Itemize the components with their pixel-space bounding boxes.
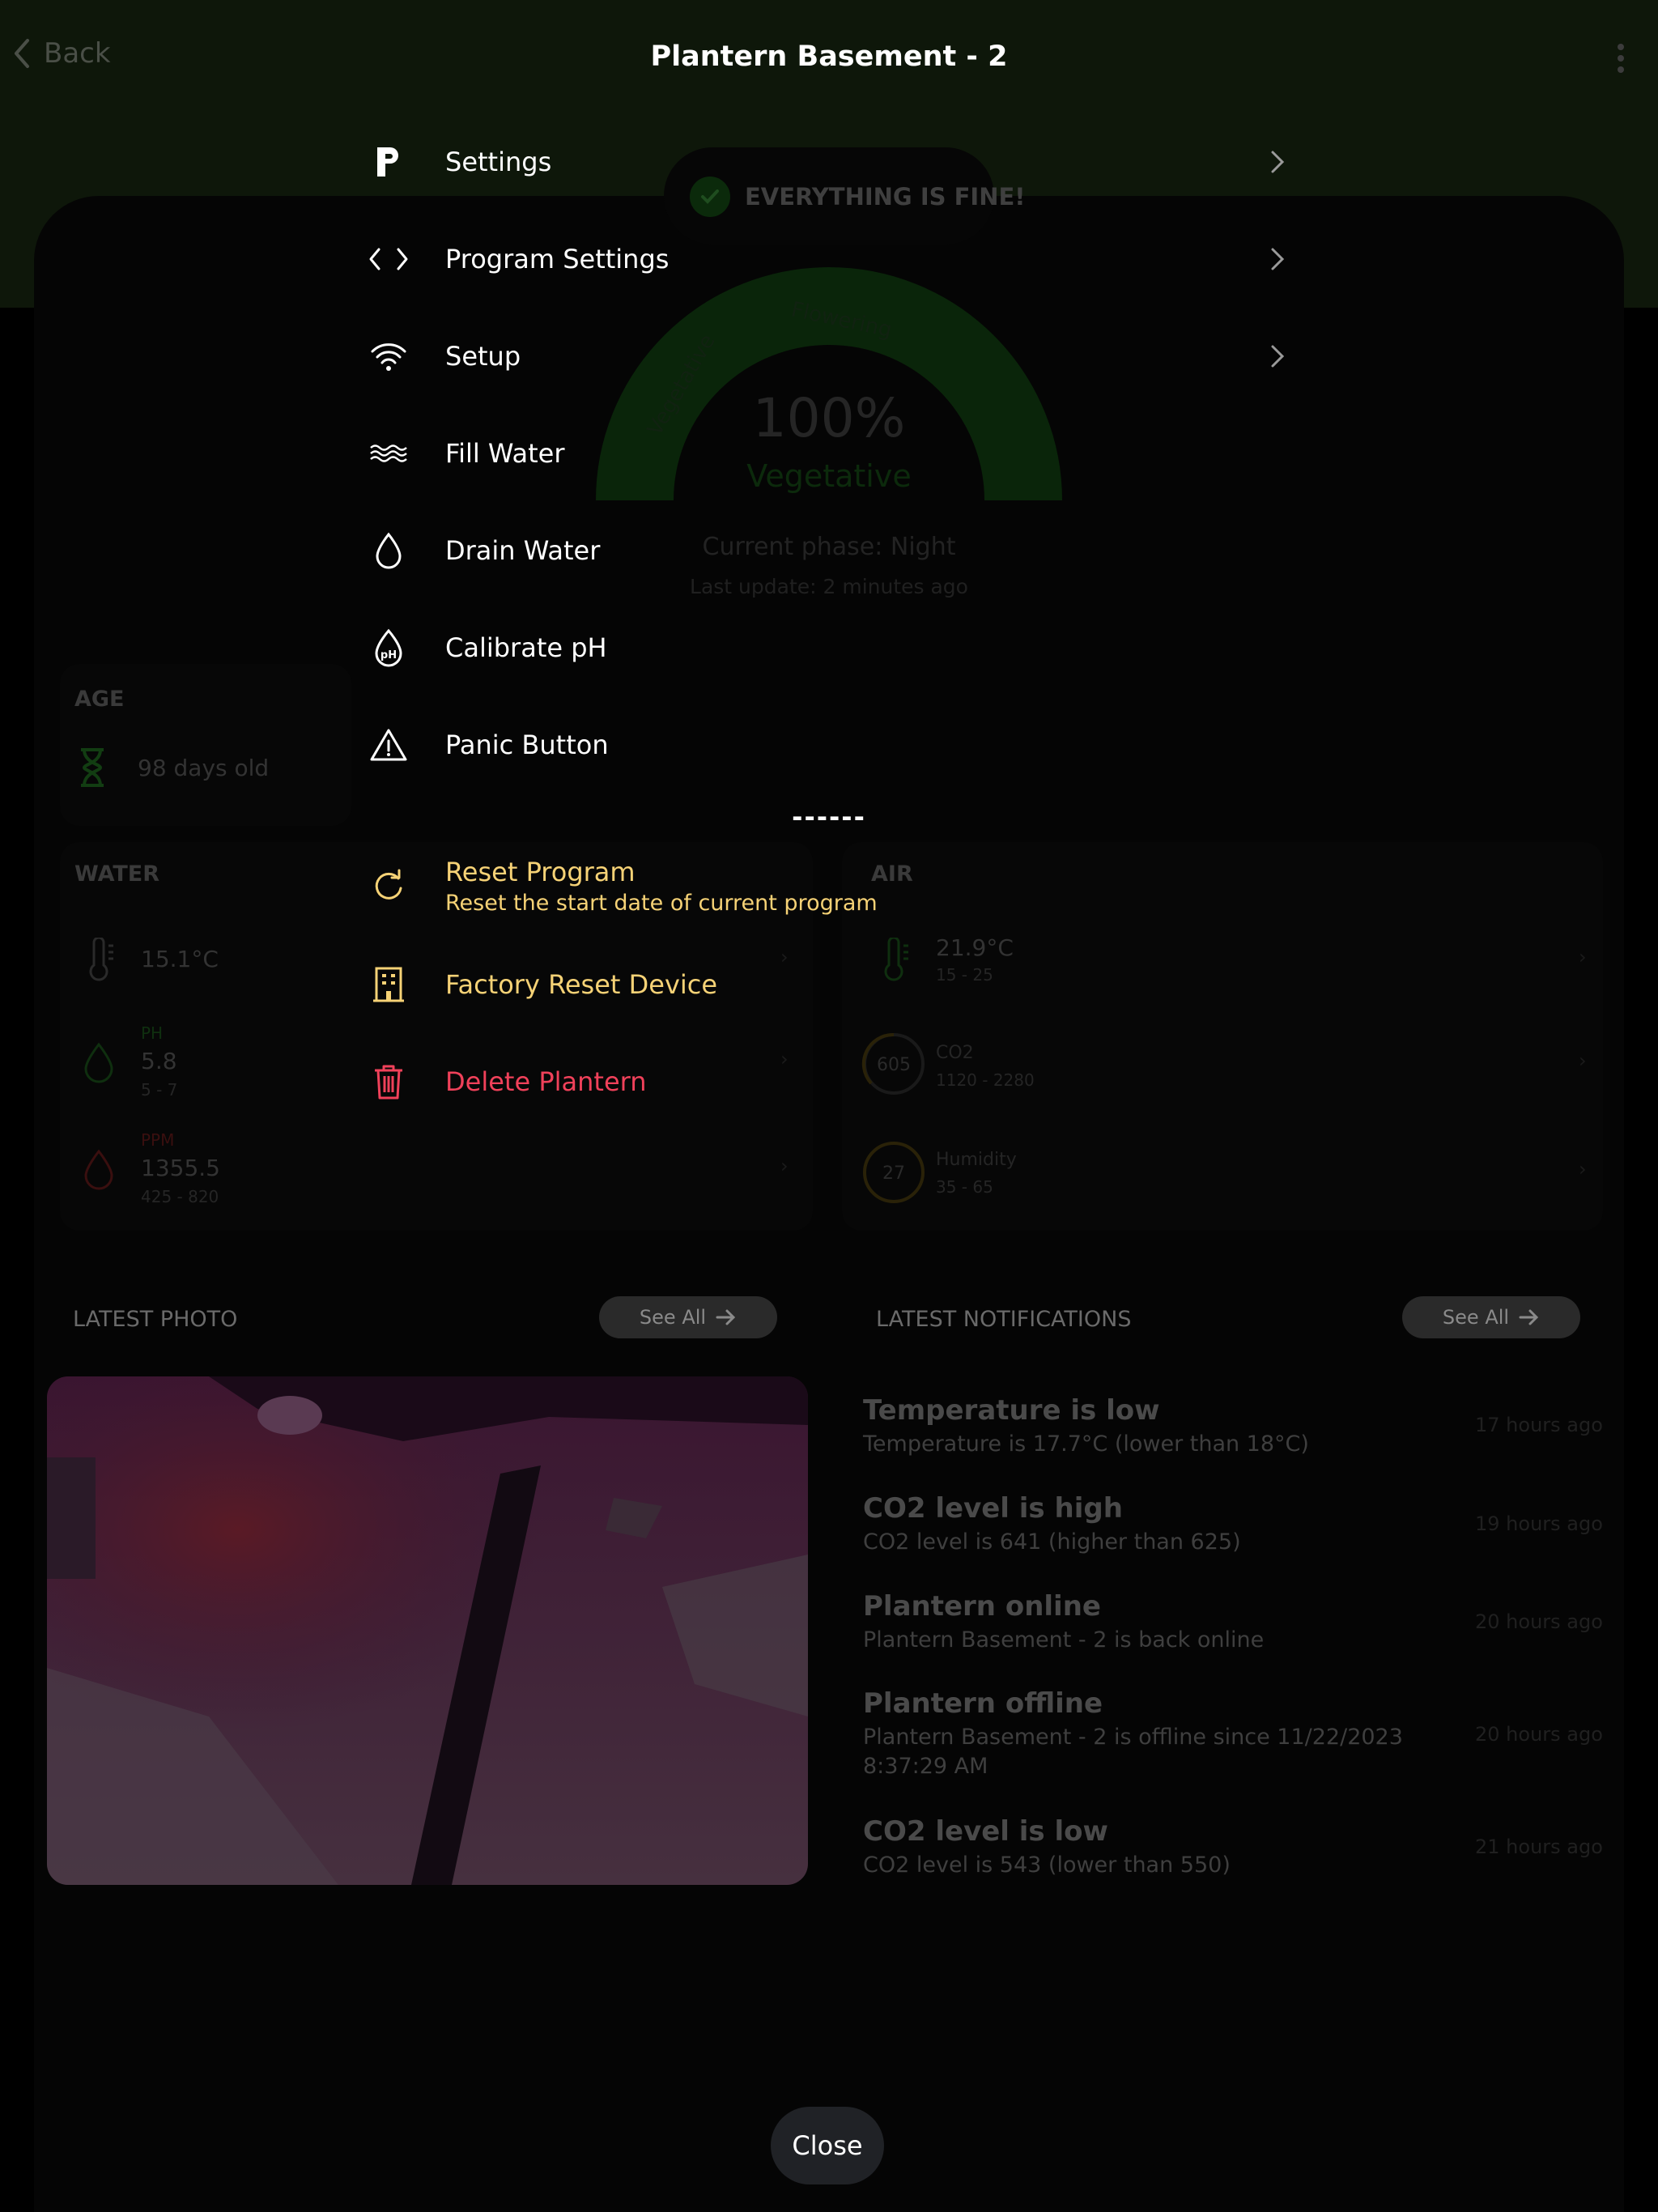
menu-item-reset-program[interactable]: Reset Program Reset the start date of cu… [366,857,878,916]
warning-triangle-icon [366,722,411,768]
humidity-gauge: 27 [863,1142,925,1203]
ph-drop-icon: pH [366,625,411,670]
age-value: 98 days old [138,755,270,781]
phase-percent: 100% [752,387,906,449]
menu-label: Factory Reset Device [445,969,718,1000]
chevron-right-icon[interactable] [1269,246,1286,272]
page-title: Plantern Basement - 2 [650,40,1008,73]
svg-text:pH: pH [380,649,397,661]
close-button[interactable]: Close [771,2107,884,2184]
menu-label: Program Settings [445,244,670,274]
age-label: AGE [74,687,125,712]
chevron-right-icon[interactable]: › [780,946,789,968]
menu-item-fill-water[interactable]: Fill Water [366,431,565,476]
humidity-name: Humidity [936,1150,1017,1170]
phase-name: Vegetative [746,458,912,494]
chevron-right-icon[interactable] [1269,343,1286,369]
ph-value: 5.8 [141,1048,177,1074]
wifi-icon [366,334,411,379]
check-icon [690,177,730,217]
chevron-right-icon[interactable]: › [1579,1049,1587,1072]
ph-range: 5 - 7 [141,1080,178,1100]
notification-time: 20 hours ago [1475,1723,1603,1746]
notification-time: 20 hours ago [1475,1610,1603,1633]
water-temperature: 15.1°C [141,946,219,972]
chevron-right-icon[interactable]: › [780,1155,789,1177]
water-drop-icon [366,528,411,573]
last-update: Last update: 2 minutes ago [690,575,968,598]
notification-title: Plantern offline [863,1687,1103,1720]
latest-notifications-label: LATEST NOTIFICATIONS [876,1307,1132,1332]
ppm-drop-icon [84,1149,113,1190]
thermometer-icon [884,938,908,981]
co2-gauge-value: 605 [877,1055,911,1075]
menu-item-calibrate-ph[interactable]: pH Calibrate pH [366,625,607,670]
plant-photo-image [47,1376,808,1885]
current-phase: Current phase: Night [702,533,956,561]
see-all-photos-button[interactable]: See All [599,1296,777,1338]
menu-label: Fill Water [445,438,565,469]
menu-label: Calibrate pH [445,632,607,663]
notification-time: 19 hours ago [1475,1512,1603,1535]
status-text: EVERYTHING IS FINE! [745,183,1026,211]
co2-gauge: 605 [861,1032,925,1095]
status-indicator: EVERYTHING IS FINE! [690,177,1026,217]
ph-name: PH [141,1023,164,1043]
arrow-right-icon [1519,1309,1539,1325]
hourglass-icon [81,748,104,787]
waves-icon [366,431,411,476]
ppm-value: 1355.5 [141,1155,220,1181]
menu-label: Setup [445,341,521,372]
chevron-right-icon[interactable]: › [1579,946,1587,968]
thermometer-icon [89,938,113,981]
menu-item-panic-button[interactable]: Panic Button [366,722,609,768]
latest-photo[interactable] [47,1376,808,1885]
co2-range: 1120 - 2280 [936,1070,1035,1090]
menu-sublabel: Reset the start date of current program [445,891,878,916]
water-label: WATER [74,861,160,887]
trash-icon [366,1059,411,1104]
air-temperature-value: 21.9°C [936,934,1014,961]
menu-divider: ------ [792,802,866,832]
chevron-right-icon[interactable]: › [1579,1158,1587,1180]
building-icon [366,962,411,1007]
more-options-icon[interactable] [1616,42,1626,74]
humidity-gauge-value: 27 [882,1163,905,1184]
refresh-icon [366,864,411,909]
ph-drop-icon [84,1042,113,1083]
menu-label: Drain Water [445,535,601,566]
notification-time: 17 hours ago [1475,1414,1603,1436]
menu-item-drain-water[interactable]: Drain Water [366,528,600,573]
menu-item-factory-reset[interactable]: Factory Reset Device [366,962,717,1007]
air-card [842,842,1603,1231]
ppm-range: 425 - 820 [141,1187,219,1206]
notification-body: Plantern Basement - 2 is offline since 1… [863,1725,1403,1779]
notification-time: 21 hours ago [1475,1836,1603,1858]
menu-label: Reset Program [445,857,636,887]
menu-label: Settings [445,147,552,177]
plantern-logo-icon [366,139,411,185]
chevron-right-icon[interactable] [1269,149,1286,175]
code-brackets-icon [366,236,411,282]
see-all-label: See All [639,1306,707,1329]
air-label: AIR [871,861,913,887]
menu-item-program-settings[interactable]: Program Settings [366,236,669,282]
menu-item-settings[interactable]: Settings [366,139,551,185]
menu-label: Panic Button [445,730,609,760]
see-all-notifications-button[interactable]: See All [1402,1296,1580,1338]
ppm-name: PPM [141,1130,175,1150]
humidity-range: 35 - 65 [936,1177,993,1197]
menu-label: Delete Plantern [445,1066,647,1097]
latest-photo-label: LATEST PHOTO [73,1307,238,1332]
arrow-right-icon [716,1309,736,1325]
co2-name: CO2 [936,1043,974,1063]
see-all-label: See All [1442,1306,1510,1329]
menu-item-delete-plantern[interactable]: Delete Plantern [366,1059,647,1104]
menu-item-setup[interactable]: Setup [366,334,521,379]
air-temperature-range: 15 - 25 [936,965,993,985]
chevron-right-icon[interactable]: › [780,1048,789,1070]
